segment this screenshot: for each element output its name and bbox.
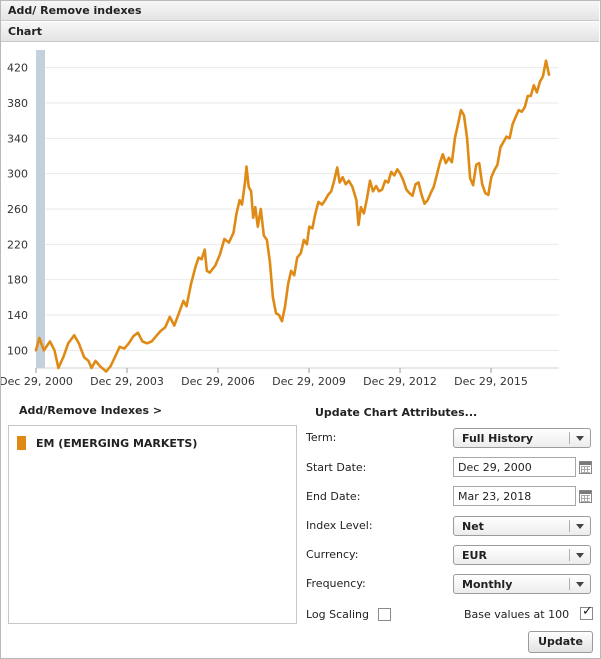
log-scaling-checkbox[interactable] [378, 608, 391, 621]
base-values-label: Base values at 100 [464, 608, 570, 621]
frequency-select[interactable]: Monthly [453, 574, 591, 594]
frequency-value: Monthly [462, 578, 513, 591]
add-remove-indexes-link[interactable]: Add/Remove Indexes > [19, 404, 162, 417]
y-tick-label: 380 [7, 97, 28, 110]
y-tick-label: 140 [7, 309, 28, 322]
chevron-down-icon [576, 436, 584, 441]
y-tick-label: 100 [7, 344, 28, 357]
x-tick-label: Dec 29, 2009 [272, 375, 346, 388]
calendar-icon[interactable] [579, 490, 592, 503]
x-tick-label: Dec 29, 2006 [181, 375, 255, 388]
start-date-label: Start Date: [306, 461, 367, 474]
end-date-field[interactable]: Mar 23, 2018 [453, 486, 576, 506]
x-tick-label: Dec 29, 2012 [363, 375, 437, 388]
index-level-value: Net [462, 520, 484, 533]
update-attributes-title: Update Chart Attributes... [315, 406, 478, 419]
x-tick-label: Dec 29, 2003 [90, 375, 164, 388]
select-divider [569, 578, 570, 590]
term-value: Full History [462, 432, 534, 445]
select-divider [569, 549, 570, 561]
left-band [36, 50, 45, 368]
y-tick-label: 420 [7, 62, 28, 75]
frequency-label: Frequency: [306, 577, 366, 590]
series-swatch [17, 436, 26, 450]
end-date-value: Mar 23, 2018 [458, 490, 532, 503]
x-tick-label: Dec 29, 2000 [1, 375, 73, 388]
y-tick-label: 180 [7, 274, 28, 287]
chart-header-bar: Chart [1, 22, 599, 42]
series-line [34, 59, 551, 373]
calendar-icon[interactable] [579, 461, 592, 474]
index-level-label: Index Level: [306, 519, 373, 532]
y-tick-label: 260 [7, 203, 28, 216]
chevron-down-icon [576, 553, 584, 558]
chart-area: 100 140 180 220 260 300 340 380 420 Dec 29, 2000 D… [0, 44, 599, 394]
end-date-label: End Date: [306, 490, 361, 503]
chart-header: Chart [8, 25, 43, 38]
panel-title: Add/ Remove indexes [8, 4, 142, 17]
select-divider [569, 520, 570, 532]
index-level-select[interactable]: Net [453, 516, 591, 536]
x-tick-label: Dec 29, 2015 [454, 375, 528, 388]
panel-title-bar: Add/ Remove indexes [1, 1, 599, 21]
start-date-value: Dec 29, 2000 [458, 461, 532, 474]
legend-item-label: EM (EMERGING MARKETS) [36, 437, 198, 450]
select-divider [569, 432, 570, 444]
log-scaling-label: Log Scaling [306, 608, 369, 621]
line-chart: 100 140 180 220 260 300 340 380 420 Dec 29, 2000 D… [0, 50, 559, 388]
currency-select[interactable]: EUR [453, 545, 591, 565]
y-tick-label: 220 [7, 238, 28, 251]
currency-label: Currency: [306, 548, 359, 561]
y-tick-label: 300 [7, 168, 28, 181]
start-date-field[interactable]: Dec 29, 2000 [453, 457, 576, 477]
y-tick-label: 340 [7, 132, 28, 145]
chevron-down-icon [576, 524, 584, 529]
currency-value: EUR [462, 549, 487, 562]
update-button[interactable]: Update [528, 631, 593, 653]
base-values-checkbox[interactable]: ✓ [580, 604, 593, 620]
index-legend-box: EM (EMERGING MARKETS) [8, 425, 297, 624]
term-label: Term: [306, 431, 337, 444]
checkmark-icon: ✓ [582, 604, 593, 619]
term-select[interactable]: Full History [453, 428, 591, 448]
chevron-down-icon [576, 582, 584, 587]
